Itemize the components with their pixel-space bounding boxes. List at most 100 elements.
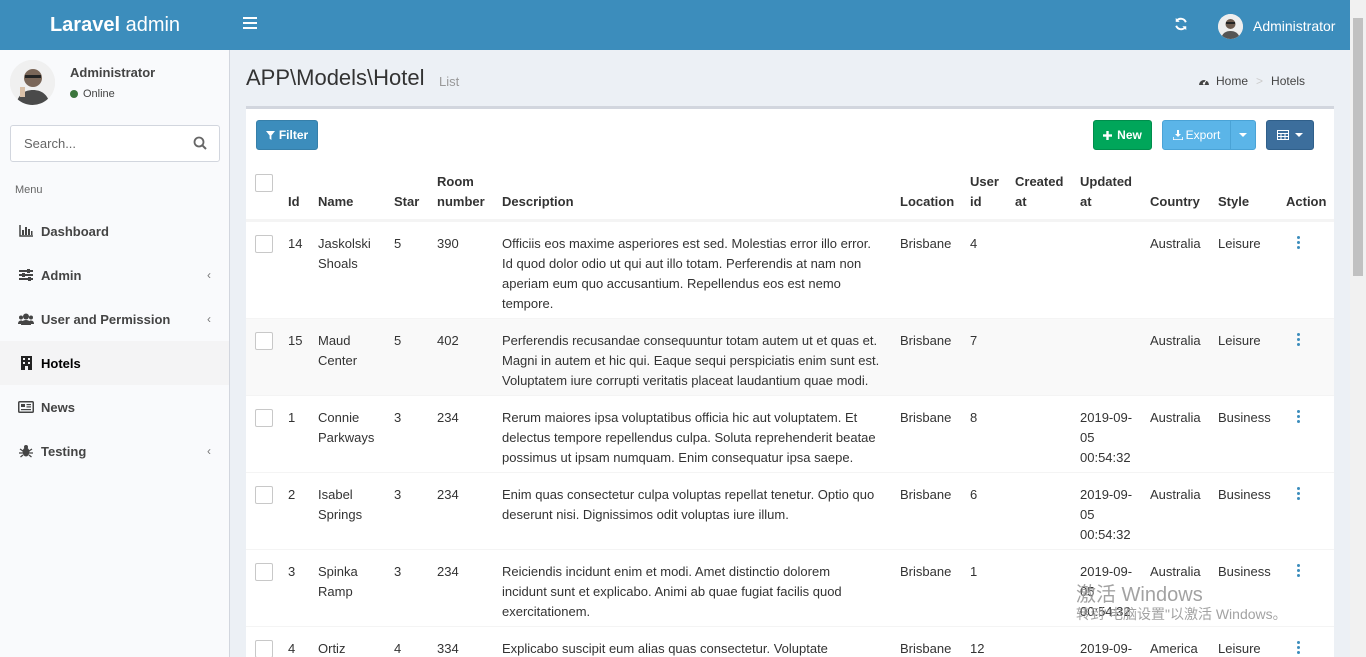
row-checkbox[interactable]	[255, 640, 273, 657]
scrollbar-thumb[interactable]	[1353, 18, 1363, 276]
columns-button[interactable]	[1266, 120, 1314, 150]
cell-user-id: 8	[970, 410, 978, 425]
top-navbar: Laravel admin Administrator	[0, 0, 1350, 50]
chevron-left-icon: ‹	[207, 312, 211, 326]
windows-activation-hint: 转到"电脑设置"以激活 Windows。	[1076, 606, 1287, 622]
cell-updated-at: 2019-09-	[1080, 641, 1133, 656]
cell-country: Australia	[1150, 487, 1201, 502]
sidebar-item-admin[interactable]: Admin ‹	[0, 253, 229, 297]
sidebar-toggle-icon[interactable]	[243, 17, 257, 29]
col-star[interactable]: Star	[394, 192, 419, 212]
row-checkbox[interactable]	[255, 332, 273, 350]
row-actions-icon[interactable]	[1295, 641, 1301, 655]
col-room-number[interactable]: Room number	[437, 172, 485, 212]
breadcrumb: Home > Hotels	[1198, 74, 1305, 88]
cell-room-number: 334	[437, 641, 459, 656]
table-row: 15 Maud Center 5 402 Perferendis recusand…	[246, 318, 1334, 395]
row-checkbox[interactable]	[255, 486, 273, 504]
cell-location: Brisbane	[900, 333, 952, 348]
row-actions-icon[interactable]	[1295, 410, 1301, 424]
cell-room-number: 234	[437, 487, 459, 502]
row-actions-icon[interactable]	[1295, 236, 1301, 250]
search-icon[interactable]	[193, 136, 207, 153]
select-all-checkbox[interactable]	[255, 174, 273, 192]
sidebar: Administrator Online Menu Dashboard Admi…	[0, 50, 230, 657]
refresh-icon[interactable]	[1174, 16, 1188, 36]
cell-style: Leisure	[1218, 333, 1261, 348]
sidebar-item-user-permission[interactable]: User and Permission ‹	[0, 297, 229, 341]
export-button[interactable]: Export	[1162, 120, 1231, 150]
sidebar-item-news[interactable]: News	[0, 385, 229, 429]
cell-user-id: 6	[970, 487, 978, 502]
user-menu[interactable]: Administrator	[1218, 13, 1335, 39]
menu-header: Menu	[15, 184, 43, 196]
row-actions-icon[interactable]	[1295, 333, 1301, 347]
table-row: 1 Connie Parkways 3 234 Rerum maiores ips…	[246, 395, 1334, 472]
app-logo[interactable]: Laravel admin	[0, 0, 230, 50]
filter-icon	[265, 130, 275, 140]
cell-id: 4	[288, 641, 296, 656]
row-actions-icon[interactable]	[1295, 487, 1301, 501]
col-location[interactable]: Location	[900, 192, 954, 212]
cell-star: 3	[394, 487, 402, 502]
table-row: 4 Ortiz 4 334 Explicabo suscipit eum ali…	[246, 626, 1334, 657]
export-dropdown-button[interactable]	[1230, 120, 1256, 150]
row-actions-icon[interactable]	[1295, 564, 1301, 578]
cell-name: Ortiz	[318, 641, 346, 656]
cell-name: Isabel Springs	[318, 487, 363, 522]
cell-name: Spinka Ramp	[318, 564, 358, 599]
cell-description: Enim quas consectetur culpa voluptas rep…	[502, 487, 875, 522]
cell-user-id: 12	[970, 641, 985, 656]
users-icon	[18, 312, 34, 326]
online-dot-icon	[70, 90, 78, 98]
col-updated-at[interactable]: Updated at	[1080, 172, 1132, 212]
page-scrollbar[interactable]	[1350, 0, 1366, 657]
col-created-at[interactable]: Created at	[1015, 172, 1063, 212]
col-action: Action	[1286, 194, 1327, 209]
sidebar-search	[10, 125, 220, 162]
bar-chart-icon	[18, 224, 34, 238]
sidebar-item-dashboard[interactable]: Dashboard	[0, 209, 229, 253]
cell-country: Australia	[1150, 410, 1201, 425]
sidebar-item-hotels[interactable]: Hotels	[0, 341, 229, 385]
cell-location: Brisbane	[900, 564, 952, 579]
page-title: APP\Models\Hotel	[246, 65, 425, 90]
download-icon	[1172, 130, 1183, 140]
cell-description: Perferendis recusandae consequuntur tota…	[502, 333, 880, 388]
table-header: Id Name Star Room number Description Loca…	[246, 162, 1334, 221]
row-checkbox[interactable]	[255, 563, 273, 581]
search-input[interactable]	[24, 136, 184, 151]
cell-style: Leisure	[1218, 236, 1261, 251]
col-id[interactable]: Id	[288, 192, 300, 212]
row-checkbox[interactable]	[255, 235, 273, 253]
cell-country: Australia	[1150, 333, 1201, 348]
col-name[interactable]: Name	[318, 192, 353, 212]
cell-location: Brisbane	[900, 410, 952, 425]
caret-down-icon	[1295, 133, 1303, 137]
cell-location: Brisbane	[900, 236, 952, 251]
filter-button[interactable]: Filter	[256, 120, 318, 150]
col-description[interactable]: Description	[502, 192, 574, 212]
caret-down-icon	[1239, 133, 1247, 137]
col-country[interactable]: Country	[1150, 192, 1200, 212]
bug-icon	[18, 444, 34, 458]
cell-updated-at: 2019-09- 05 00:54:32	[1080, 487, 1133, 542]
cell-style: Business	[1218, 410, 1271, 425]
cell-id: 15	[288, 333, 303, 348]
breadcrumb-home[interactable]: Home	[1198, 74, 1248, 88]
col-user-id[interactable]: User id	[970, 172, 999, 212]
cell-location: Brisbane	[900, 487, 952, 502]
cell-country: America	[1150, 641, 1198, 656]
cell-star: 5	[394, 236, 402, 251]
cell-room-number: 234	[437, 564, 459, 579]
table-row: 14 Jaskolski Shoals 5 390 Officiis eos ma…	[246, 221, 1334, 318]
sidebar-item-testing[interactable]: Testing ‹	[0, 429, 229, 473]
col-style[interactable]: Style	[1218, 192, 1249, 212]
row-checkbox[interactable]	[255, 409, 273, 427]
new-button[interactable]: New	[1093, 120, 1152, 150]
cell-name: Maud Center	[318, 333, 358, 368]
windows-activation-watermark: 激活 Windows	[1076, 584, 1203, 606]
cell-description: Explicabo suscipit eum alias quas consec…	[502, 641, 828, 656]
cell-style: Business	[1218, 564, 1271, 579]
cell-room-number: 390	[437, 236, 459, 251]
